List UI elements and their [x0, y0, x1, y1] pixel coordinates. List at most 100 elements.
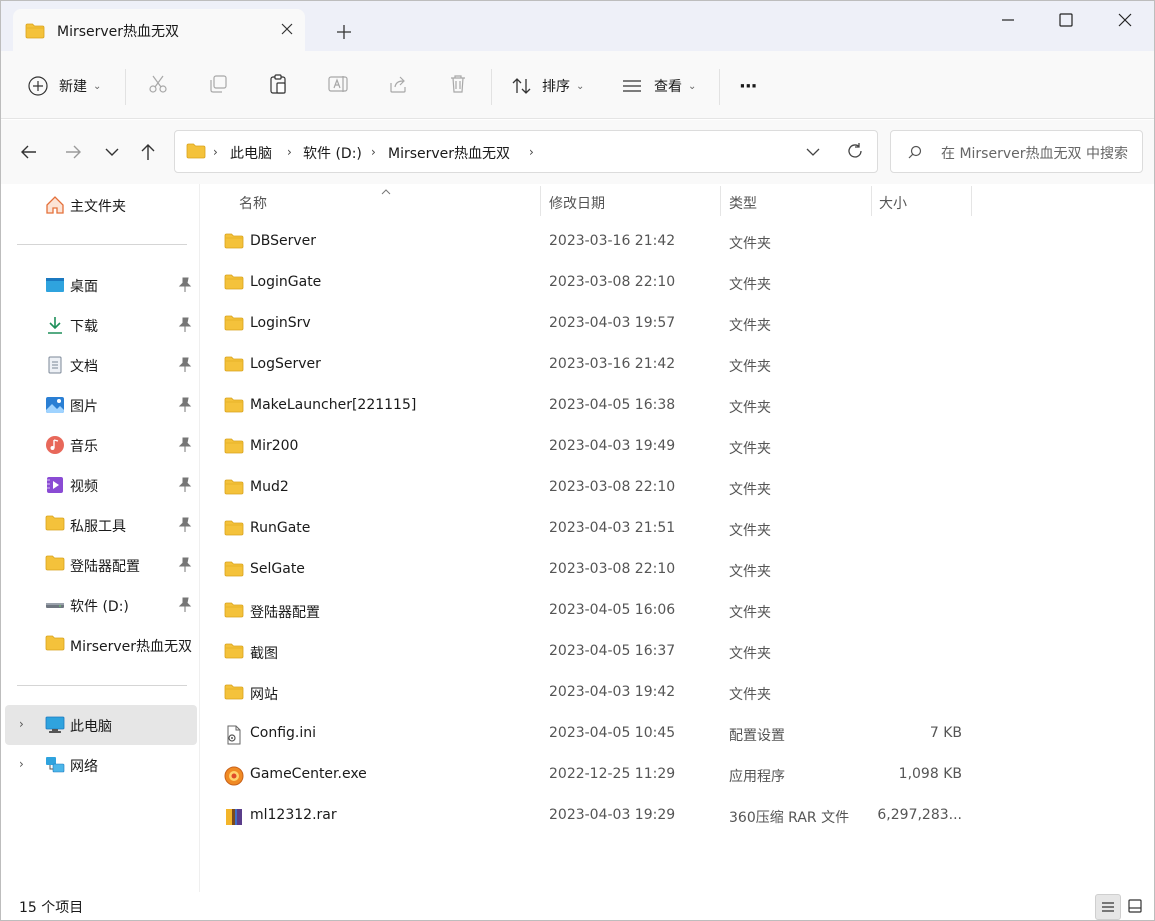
chevron-down-icon[interactable] [803, 142, 823, 166]
file-name: Config.ini [250, 725, 317, 741]
pin-icon[interactable] [178, 437, 192, 453]
chevron-right-icon[interactable]: › [19, 717, 24, 731]
pin-icon[interactable] [178, 277, 192, 293]
sidebar-item-drive-d[interactable]: 软件 (D:) [1, 585, 197, 625]
sidebar-item-private-tools[interactable]: 私服工具 [1, 505, 197, 545]
paste-button[interactable] [267, 71, 289, 101]
file-name: Mir200 [250, 438, 299, 454]
back-arrow-icon[interactable] [19, 142, 39, 162]
search-input[interactable]: 在 Mirserver热血无双 中搜索 [890, 130, 1143, 173]
rar-file-icon [224, 807, 244, 827]
table-row[interactable]: Mud2 2023-03-08 22:10 文件夹 [200, 468, 1154, 509]
pin-icon[interactable] [178, 517, 192, 533]
table-row[interactable]: Config.ini 2023-04-05 10:45 配置设置 7 KB [200, 714, 1154, 755]
file-date: 2023-03-08 22:10 [549, 479, 676, 495]
rename-button[interactable] [327, 71, 349, 101]
network-icon [45, 755, 65, 775]
table-row[interactable]: LoginGate 2023-03-08 22:10 文件夹 [200, 263, 1154, 304]
close-tab-icon[interactable] [277, 19, 297, 39]
more-icon: ··· [739, 75, 757, 97]
file-type: 文件夹 [729, 400, 771, 416]
minimize-icon[interactable] [993, 11, 1023, 29]
table-row[interactable]: ml12312.rar 2023-04-03 19:29 360压缩 RAR 文件 6… [200, 796, 1154, 837]
sidebar-item-documents[interactable]: 文档 [1, 345, 197, 385]
rename-icon [327, 73, 349, 99]
address-bar[interactable]: › 此电脑 › 软件 (D:) › Mirserver热血无双 › [174, 130, 878, 173]
sidebar-item-desktop[interactable]: 桌面 [1, 265, 197, 305]
table-row[interactable]: LoginSrv 2023-04-03 19:57 文件夹 [200, 304, 1154, 345]
pin-icon[interactable] [178, 557, 192, 573]
folder-icon [224, 438, 244, 458]
maximize-icon[interactable] [1051, 11, 1081, 29]
folder-icon [224, 479, 244, 499]
view-button[interactable]: 查看 ⌄ [621, 71, 696, 101]
table-row[interactable]: GameCenter.exe 2022-12-25 11:29 应用程序 1,098 … [200, 755, 1154, 796]
sidebar-item-pictures[interactable]: 图片 [1, 385, 197, 425]
table-row[interactable]: 网站 2023-04-03 19:42 文件夹 [200, 673, 1154, 714]
delete-button[interactable] [447, 71, 469, 101]
column-divider[interactable] [540, 186, 541, 216]
new-tab-icon[interactable] [335, 23, 353, 41]
column-divider[interactable] [871, 186, 872, 216]
breadcrumb-this-pc[interactable]: 此电脑 [230, 143, 272, 163]
folder-icon [224, 643, 244, 663]
sidebar-item-music[interactable]: 音乐 [1, 425, 197, 465]
chevron-right-icon: › [287, 145, 292, 159]
sidebar-item-downloads[interactable]: 下载 [1, 305, 197, 345]
details-view-icon[interactable] [1095, 894, 1121, 920]
close-window-icon[interactable] [1110, 11, 1140, 29]
table-row[interactable]: DBServer 2023-03-16 21:42 文件夹 [200, 222, 1154, 263]
tiles-view-icon[interactable] [1123, 894, 1149, 920]
pin-icon[interactable] [178, 397, 192, 413]
pin-icon[interactable] [178, 597, 192, 613]
file-name: LoginSrv [250, 315, 311, 331]
sidebar-item-launcher-config[interactable]: 登陆器配置 [1, 545, 197, 585]
pictures-icon [45, 395, 65, 415]
table-row[interactable]: SelGate 2023-03-08 22:10 文件夹 [200, 550, 1154, 591]
pin-icon[interactable] [178, 317, 192, 333]
sidebar-item-network[interactable]: › 网络 [1, 745, 197, 785]
sidebar-item-label: 图片 [70, 399, 98, 415]
plus-circle-icon [27, 75, 49, 97]
breadcrumb-current-folder[interactable]: Mirserver热血无双 [388, 143, 510, 163]
copy-button[interactable] [207, 71, 229, 101]
more-options-button[interactable]: ··· [739, 71, 757, 101]
share-button[interactable] [387, 71, 409, 101]
refresh-icon[interactable] [845, 141, 865, 165]
table-row[interactable]: LogServer 2023-03-16 21:42 文件夹 [200, 345, 1154, 386]
cut-button[interactable] [147, 71, 169, 101]
table-row[interactable]: MakeLauncher[221115] 2023-04-05 16:38 文件夹 [200, 386, 1154, 427]
sidebar-item-home[interactable]: 主文件夹 [1, 185, 197, 225]
column-header-date[interactable]: 修改日期 [549, 193, 605, 213]
column-divider[interactable] [971, 186, 972, 216]
up-arrow-icon[interactable] [138, 142, 158, 162]
pin-icon[interactable] [178, 357, 192, 373]
recent-locations-icon[interactable] [102, 142, 122, 162]
home-icon [45, 195, 65, 215]
column-divider[interactable] [720, 186, 721, 216]
tab-current[interactable]: Mirserver热血无双 [13, 9, 305, 51]
column-header-size[interactable]: 大小 [879, 193, 907, 213]
file-date: 2023-04-05 10:45 [549, 725, 676, 741]
pin-icon[interactable] [178, 477, 192, 493]
sidebar-item-mirserver[interactable]: Mirserver热血无双 [1, 625, 197, 665]
sort-button[interactable]: 排序 ⌄ [511, 71, 584, 101]
forward-arrow-icon[interactable] [63, 142, 83, 162]
table-row[interactable]: Mir200 2023-04-03 19:49 文件夹 [200, 427, 1154, 468]
table-row[interactable]: 登陆器配置 2023-04-05 16:06 文件夹 [200, 591, 1154, 632]
chevron-right-icon[interactable]: › [19, 757, 24, 771]
new-button[interactable]: 新建 ⌄ [27, 71, 101, 101]
file-date: 2023-04-03 19:57 [549, 315, 676, 331]
column-header-name[interactable]: 名称 [239, 193, 267, 213]
file-date: 2023-04-03 21:51 [549, 520, 676, 536]
sidebar-item-this-pc[interactable]: › 此电脑 [5, 705, 197, 745]
table-row[interactable]: 截图 2023-04-05 16:37 文件夹 [200, 632, 1154, 673]
table-row[interactable]: RunGate 2023-04-03 21:51 文件夹 [200, 509, 1154, 550]
tab-title: Mirserver热血无双 [57, 24, 180, 40]
file-name: LoginGate [250, 274, 322, 290]
sidebar-item-videos[interactable]: 视频 [1, 465, 197, 505]
file-type: 文件夹 [729, 359, 771, 375]
breadcrumb-drive-d[interactable]: 软件 (D:) [303, 143, 362, 163]
column-header-type[interactable]: 类型 [729, 193, 757, 213]
sort-arrows-icon [511, 75, 533, 97]
